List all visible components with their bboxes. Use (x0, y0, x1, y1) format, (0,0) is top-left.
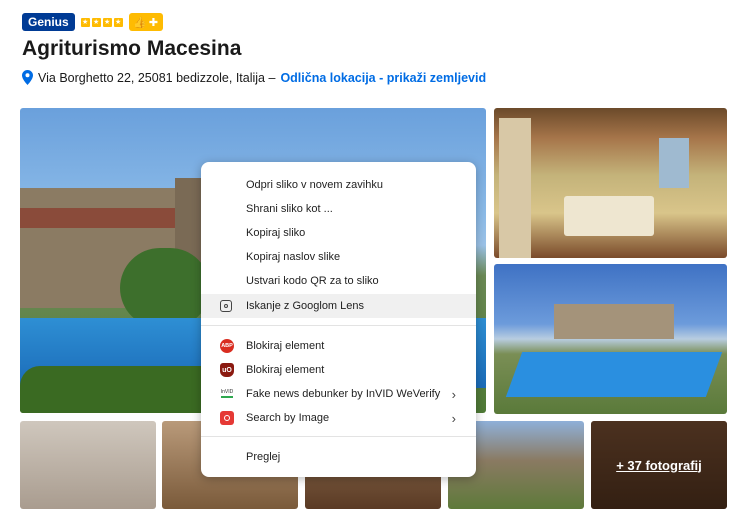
property-title: Agriturismo Macesina (22, 37, 242, 60)
thumbs-up-icon: 👍 (133, 16, 147, 29)
ublock-origin-icon: uO (220, 363, 234, 377)
menu-copy-image[interactable]: Kopiraj sliko (201, 221, 476, 245)
menu-item-label: Kopiraj sliko (246, 227, 306, 239)
plus-icon: ✚ (148, 16, 159, 29)
menu-item-label: Preglej (246, 451, 281, 463)
menu-item-label: Ustvari kodo QR za to sliko (246, 275, 379, 287)
menu-save-image-as[interactable]: Shrani sliko kot ... (201, 197, 476, 221)
menu-item-label: Odpri sliko v novem zavihku (246, 179, 383, 191)
menu-adblock-block-element[interactable]: ABP Blokiraj element (201, 334, 476, 358)
star-icon: ★ (102, 17, 112, 27)
menu-item-label: Kopiraj naslov slike (246, 251, 341, 263)
genius-badge[interactable]: Genius (22, 13, 75, 31)
chevron-right-icon: › (451, 410, 456, 426)
star-icon: ★ (80, 17, 90, 27)
menu-item-label: Blokiraj element (246, 364, 325, 376)
address-row: Via Borghetto 22, 25081 bedizzole, Itali… (22, 70, 486, 85)
search-by-image-icon (220, 411, 234, 425)
context-menu: Odpri sliko v novem zavihku Shrani sliko… (201, 162, 476, 477)
preferred-partner-badge[interactable]: 👍 ✚ (128, 13, 163, 31)
menu-item-label: Search by Image (246, 412, 330, 424)
star-icon: ★ (113, 17, 123, 27)
menu-ublock-block-element[interactable]: uO Blokiraj element (201, 358, 476, 382)
star-rating: ★ ★ ★ ★ (80, 17, 123, 27)
menu-item-label: Shrani sliko kot ... (246, 203, 333, 215)
menu-item-label: Iskanje z Googlom Lens (246, 300, 365, 312)
menu-copy-image-address[interactable]: Kopiraj naslov slike (201, 245, 476, 269)
menu-create-qr-code[interactable]: Ustvari kodo QR za to sliko (201, 269, 476, 293)
chevron-right-icon: › (451, 386, 456, 402)
badges-row: Genius ★ ★ ★ ★ 👍 ✚ (22, 13, 163, 31)
location-pin-icon (22, 70, 33, 85)
menu-inspect[interactable]: Preglej (201, 445, 476, 469)
menu-invid-weverify[interactable]: InVID Fake news debunker by InVID WeVeri… (201, 382, 476, 406)
more-photos-link[interactable]: + 37 fotografij (591, 421, 727, 509)
star-icon: ★ (91, 17, 101, 27)
invid-icon: InVID (220, 387, 234, 401)
adblock-plus-icon: ABP (220, 339, 234, 353)
menu-divider (201, 436, 476, 437)
menu-item-label: Blokiraj element (246, 340, 325, 352)
pool-photo[interactable] (494, 264, 727, 414)
google-lens-icon (220, 300, 232, 312)
menu-open-image-new-tab[interactable]: Odpri sliko v novem zavihku (201, 173, 476, 197)
menu-search-by-image[interactable]: Search by Image › (201, 406, 476, 430)
menu-google-lens[interactable]: Iskanje z Googlom Lens (201, 294, 476, 318)
address-text: Via Borghetto 22, 25081 bedizzole, Itali… (38, 70, 276, 85)
menu-divider (201, 325, 476, 326)
menu-item-label: Fake news debunker by InVID WeVerify (246, 388, 441, 400)
bedroom-photo[interactable] (494, 108, 727, 258)
bathroom-photo[interactable] (20, 421, 156, 509)
show-map-link[interactable]: Odlična lokacija - prikaži zemljevid (280, 71, 486, 85)
